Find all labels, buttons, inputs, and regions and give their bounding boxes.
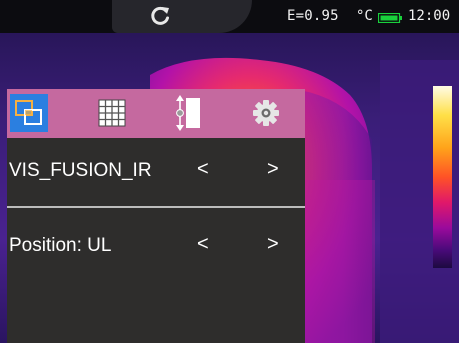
fusion-settings-panel: VIS_FUSION_IR < > Position: UL < > (7, 89, 305, 343)
fusion-mode-row: VIS_FUSION_IR < > (7, 142, 305, 202)
row-divider (7, 206, 305, 208)
settings-toolbar (7, 89, 305, 138)
split-slider-tool-button[interactable] (167, 94, 205, 132)
position-next-arrow[interactable]: > (267, 233, 279, 256)
fusion-icon (15, 100, 42, 125)
fusion-mode-value: VIS_FUSION_IR (9, 160, 152, 181)
temperature-unit: °C (356, 8, 373, 24)
grid-tool-button[interactable] (93, 94, 131, 132)
status-notch (112, 0, 252, 33)
fusion-mode-prev-arrow[interactable]: < (197, 158, 209, 181)
split-slider-icon (176, 95, 200, 131)
refresh-icon[interactable] (149, 5, 171, 27)
gear-icon (253, 100, 279, 126)
fusion-tool-button[interactable] (10, 94, 48, 132)
status-bar: E=0.95 °C 12:00 (0, 0, 459, 33)
position-value: Position: UL (9, 235, 112, 256)
battery-icon (378, 13, 402, 23)
thermal-camera-screen: E=0.95 °C 12:00 VIS_FUSION_IR < > Positi… (0, 0, 459, 343)
emissivity-value: E=0.95 (287, 8, 339, 24)
clock: 12:00 (408, 8, 451, 24)
grid-icon (98, 99, 126, 127)
position-row: Position: UL < > (7, 217, 305, 277)
settings-tool-button[interactable] (247, 94, 285, 132)
color-palette-bar (433, 86, 452, 268)
position-prev-arrow[interactable]: < (197, 233, 209, 256)
fusion-mode-next-arrow[interactable]: > (267, 158, 279, 181)
